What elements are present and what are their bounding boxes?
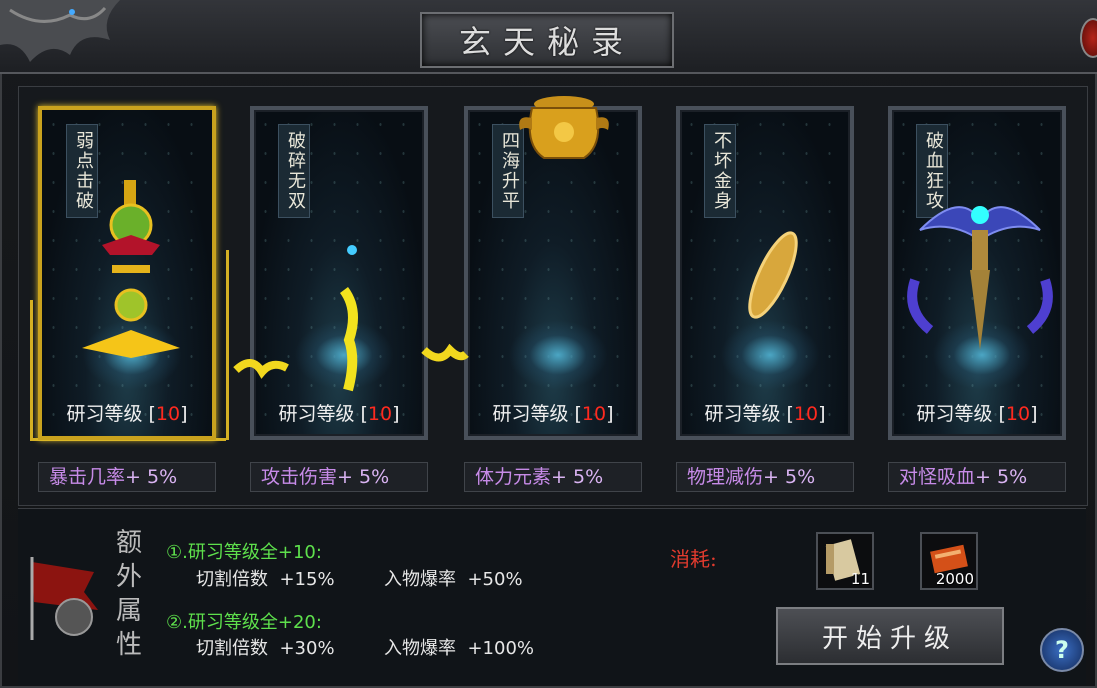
skill-level: 研习等级 [10] [66, 403, 188, 425]
dragon-ornament-icon [0, 0, 120, 62]
card-glow [508, 320, 608, 390]
level-label: 研习等级 [492, 403, 569, 425]
stat-value: + 5% [337, 466, 390, 488]
war-flag-icon [30, 557, 98, 640]
stat-name: 暴击几率 [49, 466, 126, 488]
skill-card-shatter[interactable]: 破碎无双 研习等级 [10] [250, 106, 428, 440]
stat-name: 体力元素 [475, 466, 552, 488]
item-count: 2000 [935, 570, 974, 588]
level-label: 研习等级 [66, 403, 143, 425]
lightning-effect-icon [339, 245, 358, 392]
stat-stamina: 体力元素+ 5% [464, 462, 642, 492]
skill-level: 研习等级 [10] [704, 403, 826, 425]
bonus-stat-value: +15% [279, 569, 335, 590]
skill-level: 研习等级 [10] [916, 403, 1038, 425]
bonus-heading: ②.研习等级全+20: [166, 612, 322, 633]
bonus-stats: 入物爆率 +50% [384, 565, 523, 591]
skill-name: 不坏金身 [704, 124, 736, 218]
level-number: 10 [367, 403, 393, 425]
bonus-stats: 切割倍数 +30% [196, 634, 335, 660]
help-icon[interactable]: ? [1040, 628, 1084, 672]
stat-value: + 5% [763, 466, 816, 488]
bonus-stat-name: 入物爆率 [384, 638, 456, 659]
bonus-stat-name: 切割倍数 [196, 569, 268, 590]
golden-cauldron-icon [519, 96, 609, 159]
start-upgrade-button[interactable]: 开始升级 [776, 607, 1004, 665]
bonus-stats: 切割倍数 +15% [196, 565, 335, 591]
stat-value: + 5% [551, 466, 604, 488]
bonus-stats: 入物爆率 +100% [384, 634, 534, 660]
spark-effect-icon [421, 343, 469, 362]
selection-highlight-right [226, 250, 229, 440]
cost-label: 消耗: [670, 547, 717, 571]
stat-physical-reduction: 物理减伤+ 5% [676, 462, 854, 492]
level-number: 10 [581, 403, 607, 425]
stat-value: + 5% [975, 466, 1028, 488]
level-label: 研习等级 [916, 403, 993, 425]
extra-attributes-title: 额外属性 [115, 528, 142, 660]
level-number: 10 [155, 403, 181, 425]
spark-effect-icon [233, 359, 289, 379]
level-label: 研习等级 [704, 403, 781, 425]
selection-highlight-left [30, 300, 33, 440]
golden-shield-icon [748, 231, 798, 319]
stat-name: 物理减伤 [687, 466, 764, 488]
skill-level: 研习等级 [10] [492, 403, 614, 425]
item-count: 11 [850, 570, 870, 588]
skill-card-blood-frenzy[interactable]: 破血狂攻 研习等级 [10] [888, 106, 1066, 440]
stat-attack-damage: 攻击伤害+ 5% [250, 462, 428, 492]
dragon-sword-icon [907, 206, 1053, 350]
close-button[interactable] [1080, 18, 1097, 58]
bonus-stat-name: 切割倍数 [196, 638, 268, 659]
skill-card-iron-body[interactable]: 不坏金身 研习等级 [10] [676, 106, 854, 440]
window-title-plate: 玄天秘录 [420, 12, 674, 68]
title-bar: 玄天秘录 [0, 0, 1097, 74]
level-number: 10 [1005, 403, 1031, 425]
bonus-heading: ①.研习等级全+10: [166, 542, 322, 563]
skill-name: 破碎无双 [278, 124, 310, 218]
stat-name: 对怪吸血 [899, 466, 976, 488]
stat-lifesteal: 对怪吸血+ 5% [888, 462, 1066, 492]
bonus-stat-value: +30% [279, 638, 335, 659]
stat-name: 攻击伤害 [261, 466, 338, 488]
level-label: 研习等级 [278, 403, 355, 425]
cost-item-slot[interactable]: 2000 [920, 532, 978, 590]
window-title: 玄天秘录 [458, 23, 635, 61]
skill-card-weakpoint[interactable]: 弱点击破 研习等级 [10] [38, 106, 216, 440]
cost-item-slot[interactable]: 11 [816, 532, 874, 590]
stat-value: + 5% [125, 466, 178, 488]
bonus-stat-name: 入物爆率 [384, 569, 456, 590]
bonus-stat-value: +100% [467, 638, 534, 659]
card-glow [720, 320, 820, 390]
level-number: 10 [793, 403, 819, 425]
golden-lantern-icon [82, 180, 180, 358]
skill-level: 研习等级 [10] [278, 403, 400, 425]
stat-crit-rate: 暴击几率+ 5% [38, 462, 216, 492]
bonus-stat-value: +50% [467, 569, 523, 590]
